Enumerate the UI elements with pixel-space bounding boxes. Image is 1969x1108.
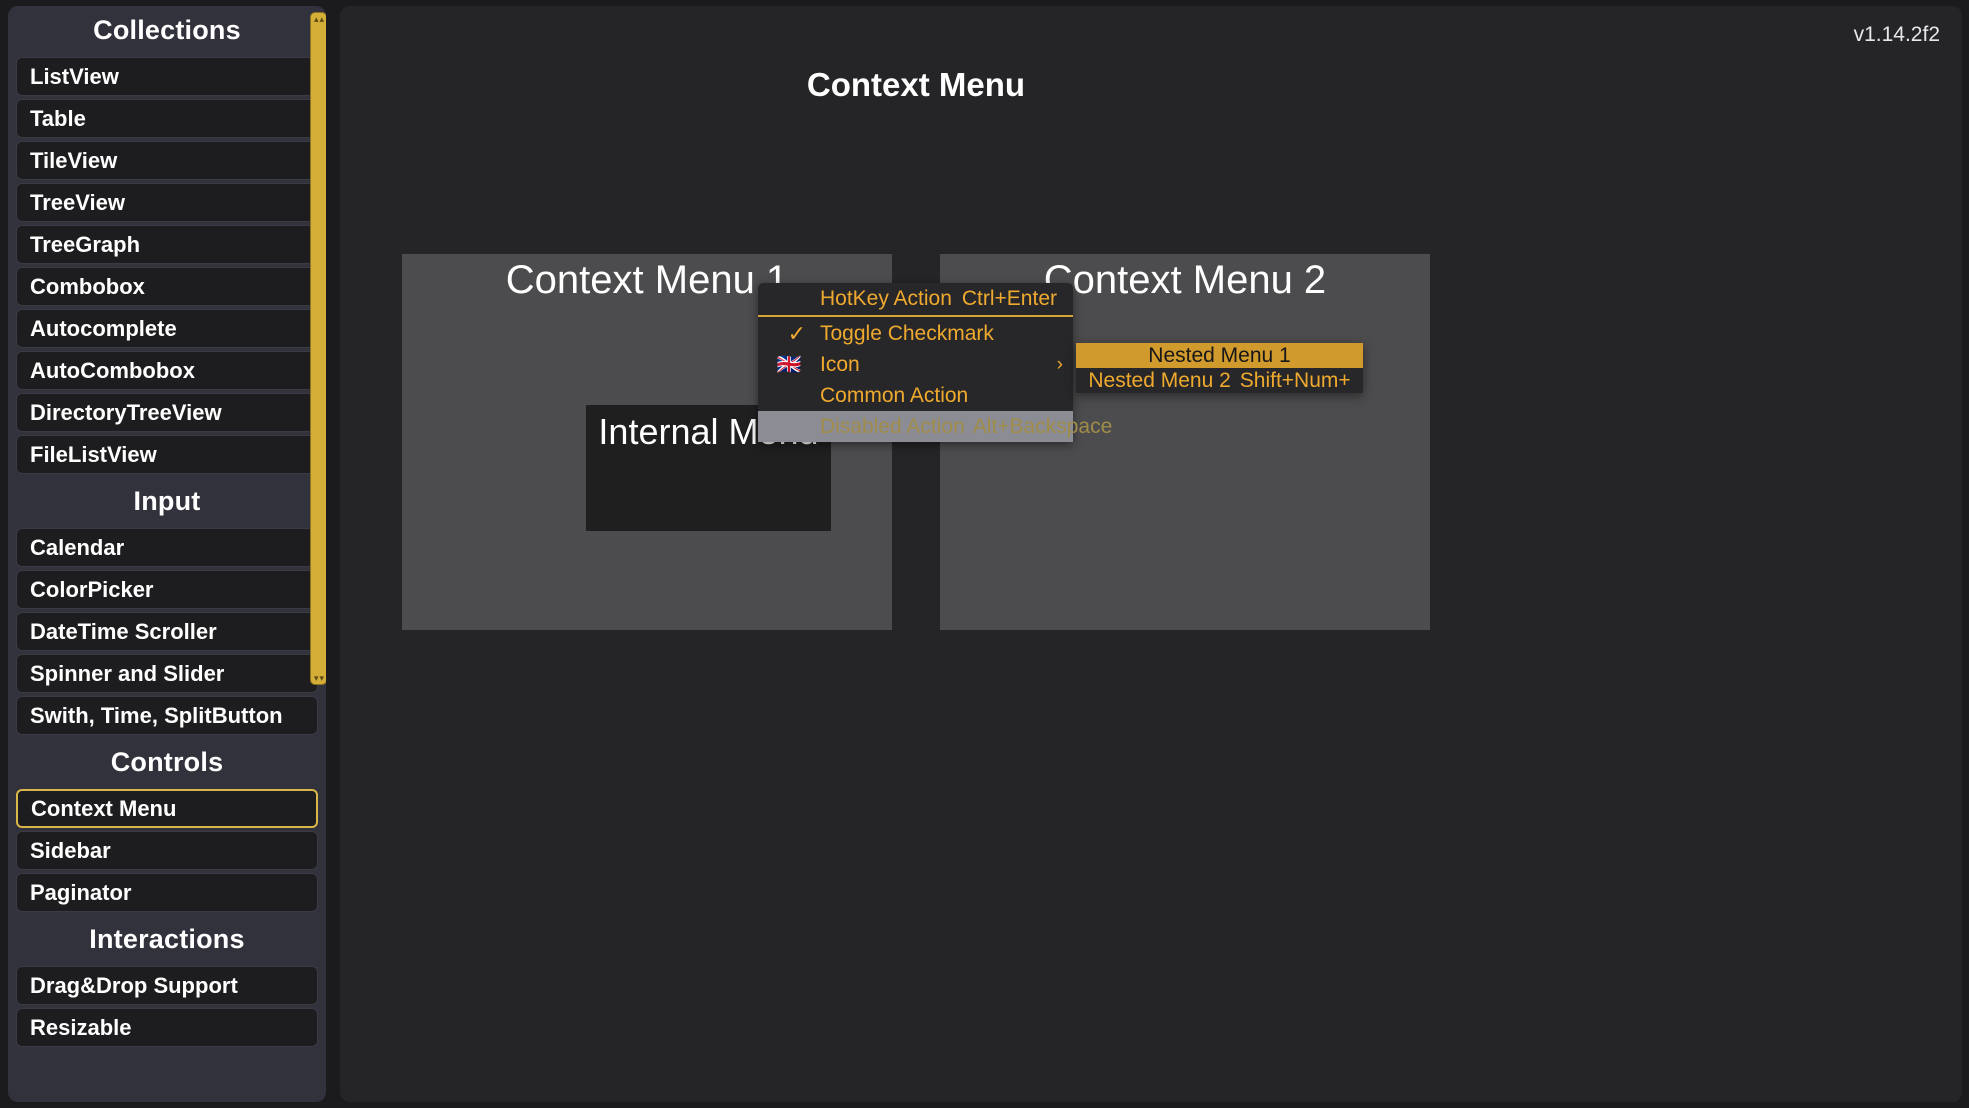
sidebar-item-colorpicker[interactable]: ColorPicker bbox=[16, 570, 318, 609]
menu-separator bbox=[758, 315, 1073, 317]
menu-item-label: Icon bbox=[820, 352, 860, 376]
sidebar-item-filelistview[interactable]: FileListView bbox=[16, 435, 318, 474]
menu-item-label: HotKey Action bbox=[820, 286, 952, 310]
sidebar-item-autocomplete[interactable]: Autocomplete bbox=[16, 309, 318, 348]
checkmark-icon: ✓ bbox=[787, 320, 806, 346]
sidebar-item-treeview[interactable]: TreeView bbox=[16, 183, 318, 222]
scroll-down-arrow-icon[interactable]: ▾▾ bbox=[311, 673, 326, 683]
nested-menu-item-label: Nested Menu 1 bbox=[1148, 343, 1291, 367]
sidebar-scrollbar-thumb[interactable]: ▴▴ ▾▾ bbox=[310, 12, 326, 685]
sidebar-item-datetime-scroller[interactable]: DateTime Scroller bbox=[16, 612, 318, 651]
app-window: Collections ListView Table TileView TreeView… bbox=[0, 0, 1969, 1108]
menu-item-label: Common Action bbox=[820, 383, 969, 407]
sidebar: Collections ListView Table TileView TreeView… bbox=[8, 6, 326, 1102]
nested-menu-item-label: Nested Menu 2 bbox=[1088, 368, 1231, 392]
nested-menu-item-shortcut: Shift+Num+ bbox=[1239, 368, 1351, 392]
sidebar-item-tileview[interactable]: TileView bbox=[16, 141, 318, 180]
sidebar-section-header: Collections bbox=[8, 6, 326, 54]
sidebar-item-spinner-and-slider[interactable]: Spinner and Slider bbox=[16, 654, 318, 693]
sidebar-section-header: Controls bbox=[8, 738, 326, 786]
menu-item-hotkey-action[interactable]: HotKey Action Ctrl+Enter bbox=[758, 283, 1073, 314]
sidebar-item-swith-time-splitbutton[interactable]: Swith, Time, SplitButton bbox=[16, 696, 318, 735]
sidebar-item-sidebar[interactable]: Sidebar bbox=[16, 831, 318, 870]
menu-item-toggle-checkmark[interactable]: ✓ Toggle Checkmark bbox=[758, 318, 1073, 349]
sidebar-item-calendar[interactable]: Calendar bbox=[16, 528, 318, 567]
sidebar-item-drag-drop-support[interactable]: Drag&Drop Support bbox=[16, 966, 318, 1005]
sidebar-item-table[interactable]: Table bbox=[16, 99, 318, 138]
page-title: Context Menu bbox=[806, 66, 1026, 103]
sidebar-scroll-content: Collections ListView Table TileView TreeView… bbox=[8, 6, 326, 1102]
menu-item-disabled-action: Disabled Action Alt+Backspace bbox=[758, 411, 1112, 442]
nested-menu-item-1[interactable]: Nested Menu 1 bbox=[1076, 343, 1363, 368]
menu-item-shortcut: Alt+Backspace bbox=[972, 414, 1113, 438]
version-label: v1.14.2f2 bbox=[1853, 23, 1940, 46]
scroll-up-arrow-icon[interactable]: ▴▴ bbox=[311, 14, 326, 24]
menu-item-icon[interactable]: 🇬🇧 Icon › bbox=[758, 349, 1073, 380]
menu-item-shortcut: Ctrl+Enter bbox=[961, 286, 1057, 310]
sidebar-item-directorytreeview[interactable]: DirectoryTreeView bbox=[16, 393, 318, 432]
menu-item-label: Toggle Checkmark bbox=[820, 321, 994, 345]
sidebar-section-header: Interactions bbox=[8, 915, 326, 963]
menu-item-common-action[interactable]: Common Action bbox=[758, 380, 1073, 411]
sidebar-item-context-menu[interactable]: Context Menu bbox=[16, 789, 318, 828]
nested-menu-item-2[interactable]: Nested Menu 2 Shift+Num+ bbox=[1076, 368, 1363, 393]
menu-item-label: Disabled Action bbox=[820, 414, 965, 438]
nested-context-menu-popup: Nested Menu 1 Nested Menu 2 Shift+Num+ bbox=[1076, 343, 1363, 393]
chevron-right-icon[interactable]: › bbox=[1057, 354, 1073, 376]
context-menu-popup: HotKey Action Ctrl+Enter ✓ Toggle Checkmark… bbox=[758, 283, 1112, 442]
sidebar-item-combobox[interactable]: Combobox bbox=[16, 267, 318, 306]
sidebar-item-listview[interactable]: ListView bbox=[16, 57, 318, 96]
sidebar-section-header: Input bbox=[8, 477, 326, 525]
sidebar-item-autocombobox[interactable]: AutoCombobox bbox=[16, 351, 318, 390]
flag-icon: 🇬🇧 bbox=[776, 353, 802, 376]
main-content: v1.14.2f2 Context Menu Context Menu 1 In… bbox=[340, 6, 1962, 1102]
sidebar-item-resizable[interactable]: Resizable bbox=[16, 1008, 318, 1047]
sidebar-item-treegraph[interactable]: TreeGraph bbox=[16, 225, 318, 264]
sidebar-item-paginator[interactable]: Paginator bbox=[16, 873, 318, 912]
